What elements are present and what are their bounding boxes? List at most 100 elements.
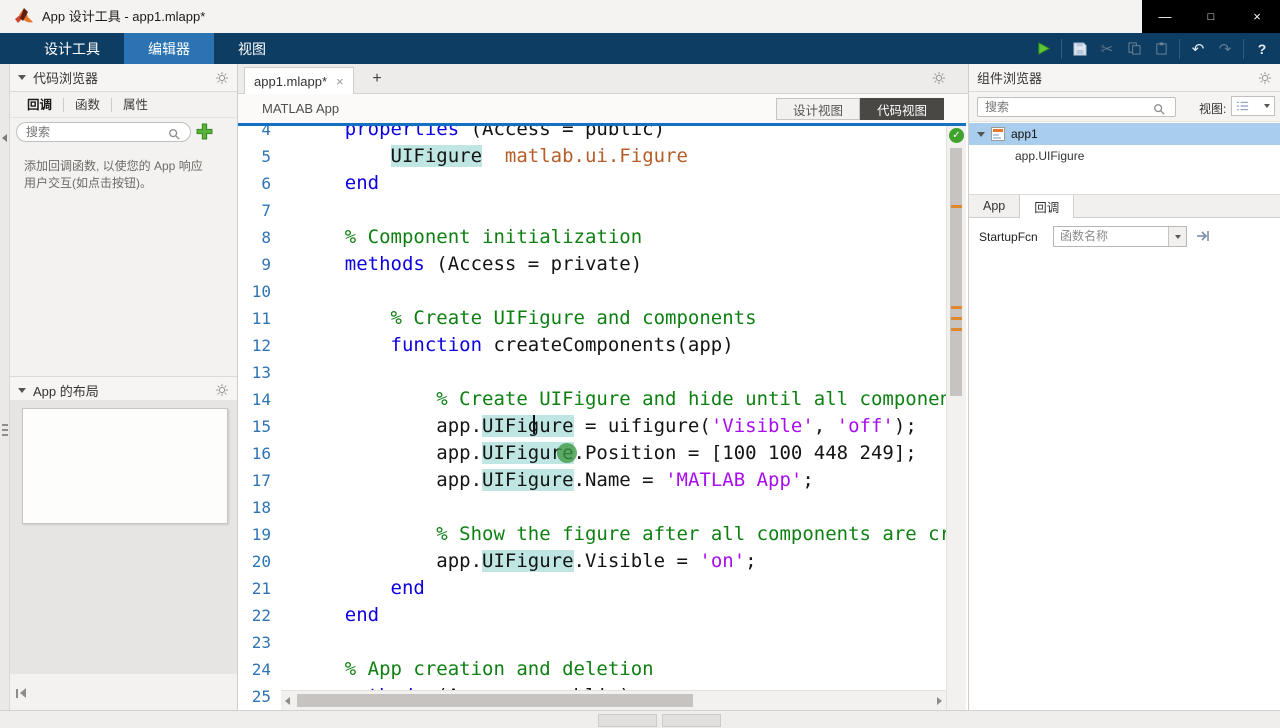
code-line[interactable] <box>299 359 946 386</box>
design-view-button[interactable]: 设计视图 <box>775 98 860 120</box>
document-tab-bar: app1.mlapp* × + <box>238 64 968 94</box>
analyzer-marker[interactable] <box>951 328 962 331</box>
code-line[interactable]: app.UIFigure = uifigure('Visible', 'off'… <box>299 413 946 440</box>
code-line[interactable] <box>299 629 946 656</box>
view-dropdown-label: 视图: <box>1199 102 1227 116</box>
line-number: 12 <box>251 336 271 355</box>
scroll-right-arrow[interactable] <box>937 697 942 705</box>
go-to-callback-icon[interactable] <box>1195 228 1211 249</box>
close-icon[interactable]: × <box>336 74 344 89</box>
tab-callbacks[interactable]: 回调 <box>1019 195 1075 218</box>
code-line[interactable]: app.UIFigure.Position = [100 100 448 249… <box>299 440 946 467</box>
ribbon-tab-view[interactable]: 视图 <box>214 33 290 64</box>
code-line[interactable]: end <box>299 170 946 197</box>
matlab-logo <box>15 8 33 23</box>
maximize-button[interactable]: □ <box>1188 0 1234 33</box>
gear-icon[interactable] <box>1258 71 1272 85</box>
code-line[interactable]: UIFigure matlab.ui.Figure <box>299 143 946 170</box>
document-breadcrumb: MATLAB App <box>262 101 340 116</box>
code-line[interactable]: app.UIFigure.Visible = 'on'; <box>299 548 946 575</box>
code-editor[interactable]: properties (Access = public) UIFigure ma… <box>281 126 946 710</box>
code-line[interactable]: methods (Access = private) <box>299 251 946 278</box>
tab-callbacks[interactable]: 回调 <box>16 97 65 112</box>
dropdown-arrow[interactable] <box>1168 227 1186 246</box>
scrollbar-thumb[interactable] <box>297 694 693 707</box>
rail-handle[interactable] <box>2 429 8 431</box>
app-layout-section <box>10 400 237 674</box>
minimize-button[interactable]: — <box>1142 0 1188 33</box>
code-line[interactable] <box>299 278 946 305</box>
line-number: 5 <box>261 147 271 166</box>
code-analyzer-check-icon[interactable]: ✓ <box>949 128 964 143</box>
code-line[interactable]: end <box>299 602 946 629</box>
code-line[interactable] <box>299 197 946 224</box>
startupfcn-dropdown[interactable]: 函数名称 <box>1053 226 1187 247</box>
tab-functions[interactable]: 函数 <box>64 97 113 112</box>
toolbar-separator <box>1061 38 1062 59</box>
search-icon <box>1153 102 1165 120</box>
startupfcn-label: StartupFcn <box>979 230 1038 244</box>
cursor-marker-dot <box>557 443 577 463</box>
paste-icon[interactable] <box>1149 36 1173 62</box>
dock-arrow-icon <box>20 688 26 698</box>
code-line[interactable]: app.UIFigure.Name = 'MATLAB App'; <box>299 467 946 494</box>
rail-handle[interactable] <box>2 424 8 426</box>
help-icon[interactable]: ? <box>1250 36 1274 62</box>
chevron-down-icon[interactable] <box>18 387 26 393</box>
save-icon[interactable] <box>1068 36 1092 62</box>
rail-handle[interactable] <box>2 434 8 436</box>
close-button[interactable]: × <box>1234 0 1280 33</box>
scrollbar-thumb[interactable] <box>950 148 962 396</box>
ribbon-tab-editor[interactable]: 编辑器 <box>124 33 214 64</box>
analyzer-marker[interactable] <box>951 317 962 320</box>
run-icon[interactable] <box>1031 36 1055 62</box>
tree-item-app-uifigure[interactable]: app.UIFigure <box>969 145 1280 167</box>
code-line[interactable]: % Show the figure after all components a… <box>299 521 946 548</box>
dock-control[interactable] <box>16 688 26 698</box>
taskbar-fragment <box>662 714 721 727</box>
toolbar-separator <box>1243 38 1244 59</box>
add-callback-icon[interactable] <box>196 123 213 145</box>
code-line[interactable]: end <box>299 575 946 602</box>
app-layout-thumbnail[interactable] <box>22 408 228 524</box>
line-number: 11 <box>251 309 271 328</box>
search-input[interactable] <box>16 122 191 142</box>
copy-icon[interactable] <box>1122 36 1146 62</box>
view-mode-dropdown[interactable] <box>1231 96 1275 116</box>
chevron-down-icon[interactable] <box>977 131 985 137</box>
line-number: 21 <box>251 579 271 598</box>
analyzer-marker[interactable] <box>951 205 962 208</box>
tab-properties[interactable]: 属性 <box>112 98 159 112</box>
ribbon-tab-design-tools[interactable]: 设计工具 <box>20 33 124 64</box>
analyzer-marker[interactable] <box>951 306 962 309</box>
code-line[interactable]: function createComponents(app) <box>299 332 946 359</box>
code-line[interactable]: % Create UIFigure and components <box>299 305 946 332</box>
tab-app[interactable]: App <box>969 195 1019 217</box>
code-browser-search-row <box>10 118 237 148</box>
gear-icon[interactable] <box>215 71 229 85</box>
search-input[interactable] <box>977 97 1176 117</box>
code-line[interactable]: % App creation and deletion <box>299 656 946 683</box>
new-document-button[interactable]: + <box>366 66 388 92</box>
document-tab[interactable]: app1.mlapp* × <box>244 67 354 94</box>
cut-icon[interactable]: ✂ <box>1095 36 1119 62</box>
code-line[interactable]: properties (Access = public) <box>299 126 946 143</box>
line-number: 24 <box>251 660 271 679</box>
horizontal-scrollbar[interactable] <box>281 690 946 710</box>
undo-icon[interactable]: ↶ <box>1186 36 1210 62</box>
code-browser-header: 代码浏览器 <box>10 64 237 92</box>
code-view-button[interactable]: 代码视图 <box>859 98 944 120</box>
redo-icon[interactable]: ↷ <box>1213 36 1237 62</box>
code-line[interactable]: % Component initialization <box>299 224 946 251</box>
code-line[interactable] <box>299 494 946 521</box>
gear-icon[interactable] <box>932 71 946 90</box>
scroll-left-arrow[interactable] <box>285 697 290 705</box>
gear-icon[interactable] <box>215 383 229 397</box>
chevron-down-icon[interactable] <box>18 75 26 80</box>
collapse-panel-icon[interactable] <box>2 134 7 142</box>
code-browser-tabs: 回调 函数 属性 <box>10 92 237 118</box>
tree-item-app1[interactable]: app1 <box>969 123 1280 145</box>
code-line[interactable]: % Create UIFigure and hide until all com… <box>299 386 946 413</box>
vertical-scrollbar[interactable]: ✓ <box>946 126 966 710</box>
component-browser-header: 组件浏览器 <box>969 64 1280 92</box>
